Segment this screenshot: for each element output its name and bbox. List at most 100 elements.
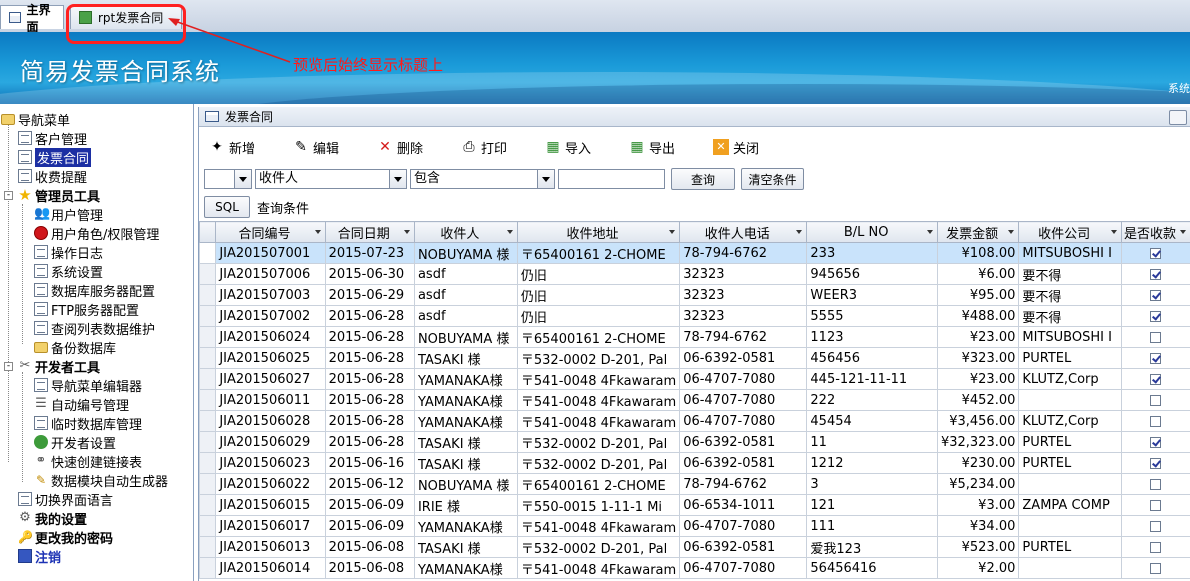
table-cell[interactable]: ¥23.00 <box>936 368 1020 390</box>
nav-item-dev-settings[interactable]: 开发者设置 <box>34 432 116 452</box>
table-cell[interactable]: 456456 <box>806 347 938 369</box>
row-selector[interactable] <box>199 389 217 411</box>
table-cell[interactable]: 06-6392-0581 <box>679 536 808 558</box>
table-cell[interactable]: IRIE 様 <box>413 494 518 516</box>
table-cell[interactable]: 2015-06-29 <box>324 284 415 306</box>
received-checkbox[interactable] <box>1150 457 1162 469</box>
table-cell[interactable]: NOBUYAMA 様 <box>413 473 518 495</box>
table-cell[interactable]: asdf <box>413 284 518 306</box>
table-cell[interactable]: 06-6392-0581 <box>679 431 808 453</box>
row-selector[interactable] <box>199 284 217 306</box>
table-cell[interactable]: YAMANAKA様 <box>413 557 518 579</box>
table-cell[interactable]: ¥323.00 <box>936 347 1020 369</box>
table-row[interactable]: JIA201507001 2015-07-23 NOBUYAMA 様〒6540016… <box>199 242 1190 264</box>
table-cell[interactable]: 445-121-11-11 <box>806 368 938 390</box>
table-cell[interactable]: YAMANAKA様 <box>413 515 518 537</box>
nav-item-db-server-config[interactable]: 数据库服务器配置 <box>34 280 155 300</box>
table-cell[interactable]: 〒541-0048 4Fkawaram <box>516 410 681 432</box>
received-checkbox-cell[interactable] <box>1120 242 1190 264</box>
table-cell[interactable]: 06-4707-7080 <box>679 389 808 411</box>
received-checkbox-cell[interactable] <box>1120 557 1190 579</box>
received-checkbox-cell[interactable] <box>1120 536 1190 558</box>
table-cell[interactable]: 233 <box>806 242 938 264</box>
table-cell[interactable]: 仍旧 <box>516 305 681 327</box>
table-cell[interactable]: JIA201507003 <box>215 284 326 306</box>
nav-item-user-mgmt[interactable]: 👥 用户管理 <box>34 204 103 224</box>
received-checkbox[interactable] <box>1150 415 1162 427</box>
table-cell[interactable] <box>1018 473 1122 495</box>
row-selector[interactable] <box>199 452 217 474</box>
table-cell[interactable]: ¥6.00 <box>936 263 1020 285</box>
table-cell[interactable]: 〒532-0002 D-201, Pal <box>516 431 681 453</box>
table-cell[interactable]: ¥452.00 <box>936 389 1020 411</box>
table-cell[interactable]: MITSUBOSHI I <box>1018 326 1122 348</box>
table-cell[interactable]: 仍旧 <box>516 284 681 306</box>
table-cell[interactable]: ¥488.00 <box>936 305 1020 327</box>
received-checkbox[interactable] <box>1150 331 1162 343</box>
nav-item-invoice-contract[interactable]: 发票合同 <box>18 147 92 167</box>
operator-select[interactable]: 包含 <box>410 169 555 189</box>
table-cell[interactable]: NOBUYAMA 様 <box>413 242 518 264</box>
table-cell[interactable]: 111 <box>806 515 938 537</box>
table-cell[interactable]: JIA201506014 <box>215 557 326 579</box>
nav-item-temp-db[interactable]: 临时数据库管理 <box>34 413 142 433</box>
row-selector[interactable] <box>199 473 217 495</box>
table-cell[interactable]: 〒541-0048 4Fkawaram <box>516 368 681 390</box>
received-checkbox[interactable] <box>1150 352 1162 364</box>
table-cell[interactable]: 2015-06-28 <box>324 347 415 369</box>
import-button[interactable]: ▦ 导入 <box>545 137 591 157</box>
table-cell[interactable]: ¥230.00 <box>936 452 1020 474</box>
table-row[interactable]: JIA201506014 2015-06-08 YAMANAKA様 〒541-0048… <box>199 557 1190 579</box>
table-cell[interactable]: 32323 <box>679 263 808 285</box>
received-checkbox[interactable] <box>1150 499 1162 511</box>
table-cell[interactable]: ¥3,456.00 <box>936 410 1020 432</box>
table-cell[interactable]: asdf <box>413 263 518 285</box>
table-cell[interactable]: 2015-06-08 <box>324 557 415 579</box>
table-row[interactable]: JIA201506028 2015-06-28 YAMANAKA様 〒541-0048… <box>199 410 1190 432</box>
received-checkbox[interactable] <box>1150 289 1162 301</box>
nav-group-dev-tools[interactable]: ✂ 开发者工具 <box>18 356 100 376</box>
table-cell[interactable]: 2015-06-09 <box>324 494 415 516</box>
form-window-button[interactable] <box>1169 110 1187 125</box>
nav-item-auto-number[interactable]: ☰ 自动编号管理 <box>34 394 129 414</box>
table-cell[interactable]: 2015-06-28 <box>324 431 415 453</box>
nav-item-system-settings[interactable]: 系统设置 <box>34 261 103 281</box>
table-cell[interactable]: asdf <box>413 305 518 327</box>
table-cell[interactable]: 78-794-6762 <box>679 326 808 348</box>
received-checkbox-cell[interactable] <box>1120 305 1190 327</box>
received-checkbox-cell[interactable] <box>1120 431 1190 453</box>
table-cell[interactable]: 〒532-0002 D-201, Pal <box>516 347 681 369</box>
nav-item-my-settings[interactable]: ⚙ 我的设置 <box>18 508 87 528</box>
nav-item-logout[interactable]: 注销 <box>18 546 61 566</box>
table-cell[interactable]: 〒65400161 2-CHOME <box>516 242 681 264</box>
table-cell[interactable]: 2015-06-09 <box>324 515 415 537</box>
received-checkbox-cell[interactable] <box>1120 515 1190 537</box>
delete-button[interactable]: ✕ 删除 <box>377 137 423 157</box>
table-cell[interactable]: 2015-06-28 <box>324 368 415 390</box>
table-row[interactable]: JIA201507003 2015-06-29 asdf 仍旧 32323 WEER3 ¥9… <box>199 284 1190 306</box>
row-selector[interactable] <box>199 410 217 432</box>
table-cell[interactable]: 06-4707-7080 <box>679 368 808 390</box>
table-cell[interactable]: KLUTZ,Corp <box>1018 368 1122 390</box>
nav-item-module-generator[interactable]: ✎ 数据模块自动生成器 <box>34 470 168 490</box>
table-cell[interactable]: ¥23.00 <box>936 326 1020 348</box>
table-cell[interactable] <box>1018 515 1122 537</box>
table-cell[interactable]: 11 <box>806 431 938 453</box>
column-header[interactable]: 合同日期 <box>324 221 415 243</box>
row-selector[interactable] <box>199 536 217 558</box>
column-header[interactable]: 合同编号 <box>215 221 326 243</box>
received-checkbox[interactable] <box>1150 478 1162 490</box>
table-cell[interactable]: JIA201506017 <box>215 515 326 537</box>
table-cell[interactable]: ¥5,234.00 <box>936 473 1020 495</box>
table-cell[interactable]: 〒532-0002 D-201, Pal <box>516 452 681 474</box>
table-cell[interactable]: 2015-07-23 <box>324 242 415 264</box>
table-cell[interactable]: ¥32,323.00 <box>936 431 1020 453</box>
clear-conditions-button[interactable]: 清空条件 <box>741 168 804 190</box>
table-row[interactable]: JIA201506029 2015-06-28 TASAKI 様〒532-0002 … <box>199 431 1190 453</box>
table-cell[interactable]: 2015-06-08 <box>324 536 415 558</box>
table-cell[interactable] <box>1018 389 1122 411</box>
table-cell[interactable]: JIA201506024 <box>215 326 326 348</box>
column-header[interactable]: 是否收款 <box>1120 221 1190 243</box>
collapse-toggle[interactable]: - <box>4 191 13 200</box>
table-cell[interactable]: 要不得 <box>1018 263 1122 285</box>
